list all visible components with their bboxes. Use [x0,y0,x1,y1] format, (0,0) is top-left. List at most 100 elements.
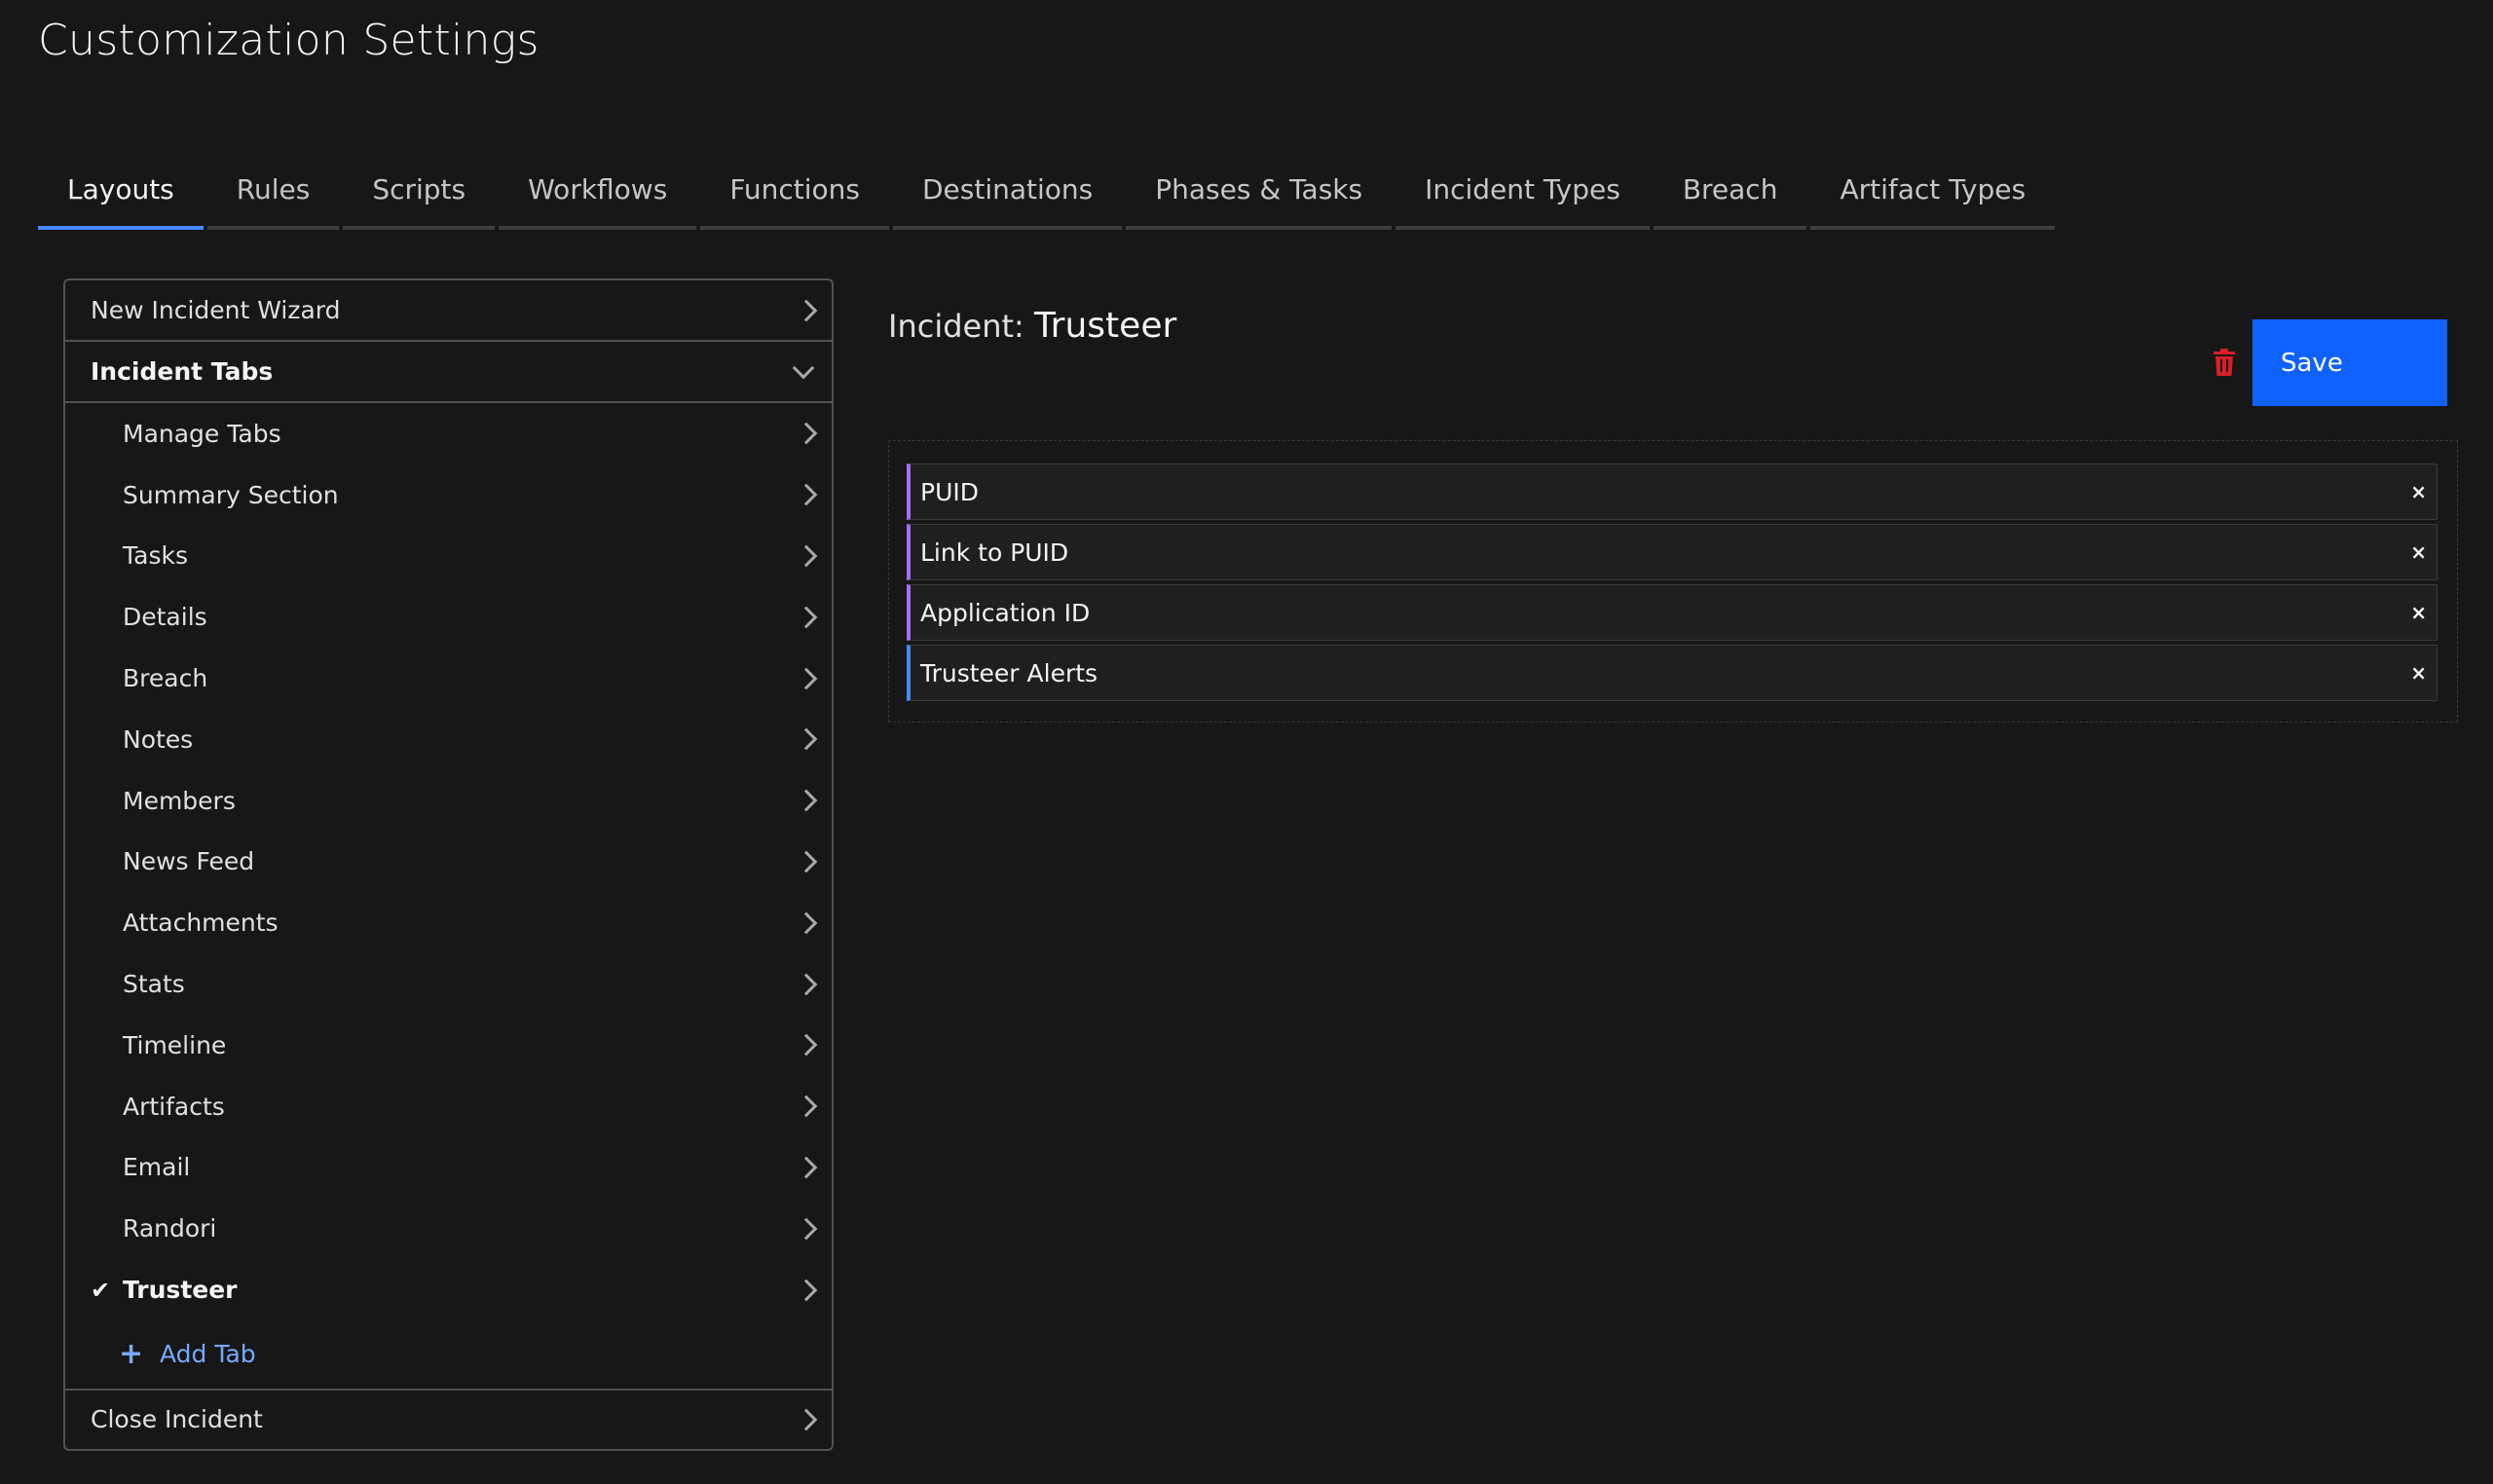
sidebar-item-summary-section[interactable]: Summary Section [65,464,832,526]
chevron-right-icon [795,544,818,568]
chevron-right-icon [795,1408,818,1431]
sidebar-item-manage-tabs[interactable]: Manage Tabs [65,403,832,464]
add-tab-label: Add Tab [160,1340,256,1369]
chevron-down-icon [792,356,815,379]
tab-scripts[interactable]: Scripts [343,171,496,230]
tab-label: Rules [236,173,311,205]
layout-sidebar: New Incident Wizard Incident Tabs Manage… [63,278,834,1451]
tab-label: Incident Types [1425,173,1620,205]
chevron-right-icon [795,606,818,629]
layout-field-puid[interactable]: PUID × [907,464,2437,520]
checkmark-icon: ✔ [91,1276,111,1304]
chevron-right-icon [795,483,818,506]
sidebar-item-email[interactable]: Email [65,1137,832,1199]
sidebar-item-label: Attachments [123,909,279,938]
tab-label: Workflows [528,173,668,205]
tab-label: Breach [1682,173,1778,205]
layout-heading: Incident: Trusteer [888,306,1176,346]
sidebar-item-label: Close Incident [91,1405,263,1434]
tab-label: Scripts [372,173,466,205]
add-tab-button[interactable]: + Add Tab [65,1320,832,1389]
chevron-right-icon [795,667,818,689]
tab-label: Artifact Types [1840,173,2027,205]
sidebar-item-label: Notes [123,724,194,754]
sidebar-section-label: Incident Tabs [91,357,274,386]
layout-field-label: Link to PUID [920,538,1069,567]
sidebar-item-randori[interactable]: Randori [65,1198,832,1259]
sidebar-item-label: Members [123,786,236,815]
sidebar-section-incident-tabs[interactable]: Incident Tabs [65,342,832,403]
tab-artifact-types[interactable]: Artifact Types [1810,171,2056,230]
sidebar-item-members[interactable]: Members [65,770,832,832]
layout-heading-name: Trusteer [1033,306,1177,346]
sidebar-item-breach[interactable]: Breach [65,648,832,709]
sidebar-item-timeline[interactable]: Timeline [65,1015,832,1076]
tab-layouts[interactable]: Layouts [38,171,204,230]
sidebar-item-label: Summary Section [123,480,339,509]
chevron-right-icon [795,1034,818,1057]
close-icon[interactable]: × [2410,480,2427,503]
chevron-right-icon [795,1094,818,1118]
save-button[interactable]: Save [2252,319,2447,406]
sidebar-item-news-feed[interactable]: News Feed [65,832,832,893]
chevron-right-icon [795,299,818,321]
chevron-right-icon [795,1217,818,1241]
tab-phases-tasks[interactable]: Phases & Tasks [1126,171,1393,230]
chevron-right-icon [795,789,818,812]
chevron-right-icon [795,850,818,873]
tab-functions[interactable]: Functions [700,171,889,230]
sidebar-item-label: Stats [123,970,185,999]
tab-label: Phases & Tasks [1155,173,1363,205]
sidebar-item-close-incident[interactable]: Close Incident [65,1388,832,1449]
sidebar-item-label: Breach [123,664,208,693]
tab-destinations[interactable]: Destinations [893,171,1123,230]
layout-field-dropzone[interactable]: PUID × Link to PUID × Application ID × T… [888,440,2458,723]
plus-icon: + [119,1337,144,1372]
sidebar-item-label: Artifacts [123,1092,225,1121]
sidebar-item-label: Tasks [123,541,188,571]
tab-rules[interactable]: Rules [206,171,340,230]
chevron-right-icon [795,728,818,751]
chevron-right-icon [795,911,818,935]
sidebar-item-details[interactable]: Details [65,586,832,648]
sidebar-item-label: Randori [123,1214,217,1243]
chevron-right-icon [795,973,818,995]
sidebar-item-label: Details [123,603,207,632]
sidebar-item-label: News Feed [123,847,255,876]
close-icon[interactable]: × [2410,661,2427,685]
sidebar-item-attachments[interactable]: Attachments [65,892,832,953]
tab-label: Layouts [67,173,174,205]
sidebar-item-label: Email [123,1153,191,1182]
sidebar-item-trusteer[interactable]: ✔ Trusteer [65,1259,832,1320]
settings-tabs: Layouts Rules Scripts Workflows Function… [38,171,2059,230]
layout-field-application-id[interactable]: Application ID × [907,584,2437,641]
sidebar-item-tasks[interactable]: Tasks [65,526,832,587]
layout-field-label: Application ID [920,598,1091,627]
sidebar-item-new-incident-wizard[interactable]: New Incident Wizard [65,280,832,342]
tab-breach[interactable]: Breach [1653,171,1807,230]
tab-workflows[interactable]: Workflows [499,171,697,230]
chevron-right-icon [795,423,818,445]
sidebar-item-stats[interactable]: Stats [65,953,832,1015]
sidebar-item-artifacts[interactable]: Artifacts [65,1076,832,1137]
tab-incident-types[interactable]: Incident Types [1395,171,1650,230]
tab-label: Functions [729,173,860,205]
sidebar-item-label: New Incident Wizard [91,296,341,324]
layout-field-link-to-puid[interactable]: Link to PUID × [907,524,2437,580]
tab-label: Destinations [922,173,1094,205]
layout-field-label: Trusteer Alerts [920,658,1098,687]
sidebar-item-label: Trusteer [123,1276,238,1305]
trash-icon[interactable] [2213,349,2236,376]
chevron-right-icon [795,1156,818,1179]
close-icon[interactable]: × [2410,540,2427,564]
close-icon[interactable]: × [2410,601,2427,624]
layout-field-label: PUID [920,477,979,506]
chevron-right-icon [795,1279,818,1301]
sidebar-item-notes[interactable]: Notes [65,709,832,770]
sidebar-item-label: Timeline [123,1030,227,1059]
layout-heading-prefix: Incident: [888,308,1024,345]
sidebar-item-label: Manage Tabs [123,419,281,448]
page-title: Customization Settings [38,16,540,65]
layout-field-trusteer-alerts[interactable]: Trusteer Alerts × [907,645,2437,701]
customization-settings-page: Customization Settings Layouts Rules Scr… [0,0,2493,1484]
